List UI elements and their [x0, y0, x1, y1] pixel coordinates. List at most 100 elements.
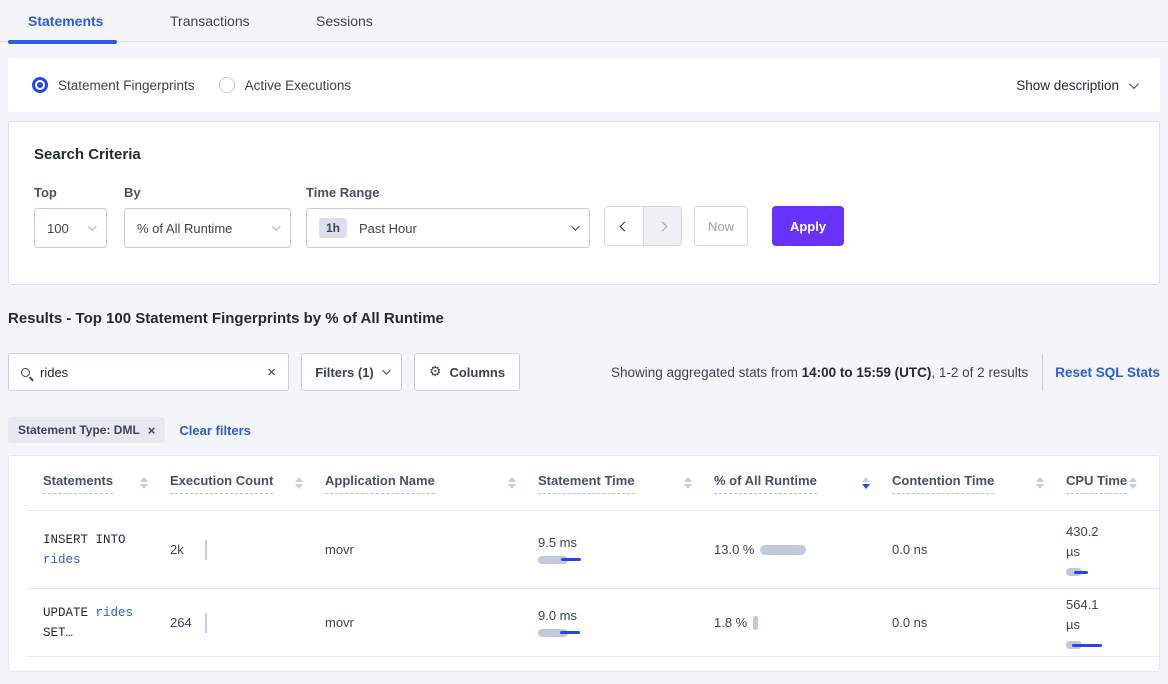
application-name-cell: movr — [325, 615, 538, 630]
statement-fingerprint-cell: INSERT INTO rides — [43, 530, 170, 570]
time-range-label: Time Range — [306, 185, 590, 200]
column-header-statement-time[interactable]: Statement Time — [538, 473, 714, 494]
column-header-contention-time[interactable]: Contention Time — [892, 473, 1066, 494]
statement-text: SET… — [43, 626, 73, 640]
view-toggle-bar: Statement Fingerprints Active Executions… — [8, 58, 1160, 112]
pct-of-all-runtime-cell: 1.8 % — [714, 615, 892, 630]
clear-search-icon[interactable]: × — [267, 364, 276, 381]
tab-sessions[interactable]: Sessions — [316, 0, 426, 42]
filters-button[interactable]: Filters (1) — [301, 353, 402, 391]
sort-desc-icon — [862, 484, 870, 489]
filters-button-label: Filters (1) — [315, 365, 374, 380]
column-header-label[interactable]: % of All Runtime — [714, 473, 817, 494]
bar-stddev — [561, 558, 581, 561]
pct-bar — [760, 545, 806, 555]
by-field: By % of All Runtime — [124, 185, 306, 248]
chevron-down-icon — [382, 366, 390, 374]
tab-statements[interactable]: Statements — [28, 0, 138, 42]
column-header-label[interactable]: Statement Time — [538, 473, 635, 494]
pct-value: 13.0 % — [714, 540, 758, 559]
cpu-time-bar — [1066, 640, 1159, 650]
results-heading: Results - Top 100 Statement Fingerprints… — [8, 310, 1160, 327]
next-time-window-button[interactable] — [643, 207, 681, 245]
radio-unselected-icon[interactable] — [219, 77, 235, 93]
radio-label: Statement Fingerprints — [58, 78, 195, 93]
pct-bar — [753, 616, 758, 630]
sort-icon[interactable] — [1129, 477, 1137, 489]
statement-link[interactable]: rides — [96, 606, 134, 620]
radio-selected-icon[interactable] — [32, 77, 48, 93]
column-header-execution-count[interactable]: Execution Count — [170, 473, 325, 494]
table-row[interactable]: UPDATE rides SET… 264 movr 9.0 ms 1.8 % … — [27, 588, 1159, 656]
time-window-arrows — [604, 206, 682, 246]
time-range-badge: 1h — [319, 218, 347, 238]
sort-icon[interactable] — [1036, 477, 1044, 489]
filter-chip-statement-type[interactable]: Statement Type: DML × — [8, 417, 165, 443]
chevron-left-icon — [619, 221, 629, 231]
remove-filter-icon[interactable]: × — [148, 423, 156, 438]
columns-button-label: Columns — [449, 365, 505, 380]
by-select[interactable]: % of All Runtime — [124, 208, 291, 248]
statement-time-cell: 9.0 ms — [538, 608, 714, 638]
column-header-label[interactable]: Statements — [43, 473, 113, 494]
contention-time-cell: 0.0 ns — [892, 615, 1066, 630]
tab-transactions[interactable]: Transactions — [170, 0, 280, 42]
column-header-label[interactable]: Execution Count — [170, 473, 273, 494]
radio-statement-fingerprints[interactable]: Statement Fingerprints — [32, 77, 195, 93]
sort-asc-icon — [508, 477, 516, 482]
column-header-cpu-time[interactable]: CPU Time — [1066, 473, 1159, 494]
statement-time-bar — [538, 628, 714, 638]
chevron-down-icon — [571, 222, 579, 230]
statement-link[interactable]: rides — [43, 553, 81, 567]
table-footer-spacer — [27, 656, 1159, 672]
sort-desc-icon — [295, 484, 303, 489]
application-name-cell: movr — [325, 542, 538, 557]
chevron-down-icon — [88, 222, 96, 230]
sort-icon-active-desc[interactable] — [862, 477, 870, 489]
column-header-statements[interactable]: Statements — [43, 473, 170, 494]
time-range-field: Time Range 1h Past Hour — [306, 185, 590, 248]
sort-icon[interactable] — [295, 477, 303, 489]
now-button[interactable]: Now — [694, 206, 748, 246]
sort-icon[interactable] — [140, 477, 148, 489]
search-icon — [21, 368, 30, 377]
contention-time-cell: 0.0 ns — [892, 542, 1066, 557]
sort-icon[interactable] — [684, 477, 692, 489]
chevron-down-icon — [272, 222, 280, 230]
execution-count-cell: 2k — [170, 542, 325, 557]
statement-time-value: 9.0 ms — [538, 608, 714, 623]
cpu-time-value: 430.2 µs — [1066, 522, 1114, 562]
stats-suffix: , 1-2 of 2 results — [931, 365, 1028, 380]
reset-sql-stats-link[interactable]: Reset SQL Stats — [1055, 365, 1160, 380]
sort-icon[interactable] — [508, 477, 516, 489]
table-row[interactable]: INSERT INTO rides 2k movr 9.5 ms 13.0 % … — [27, 510, 1159, 588]
sort-asc-icon — [140, 477, 148, 482]
gear-icon: ⚙ — [429, 364, 442, 380]
execution-count-cell: 264 — [170, 615, 325, 630]
search-input[interactable]: rides × — [8, 353, 289, 391]
bar-stddev — [1072, 644, 1102, 647]
active-filters-row: Statement Type: DML × Clear filters — [8, 417, 1160, 443]
search-criteria-controls: Top 100 By % of All Runtime Time Range 1… — [34, 185, 1134, 248]
radio-active-executions[interactable]: Active Executions — [219, 77, 352, 93]
sort-desc-icon — [1036, 484, 1044, 489]
stats-interval: 14:00 to 15:59 (UTC) — [802, 365, 932, 380]
top-tab-bar: Statements Transactions Sessions — [0, 0, 1168, 42]
apply-button[interactable]: Apply — [772, 206, 844, 246]
columns-button[interactable]: ⚙ Columns — [414, 353, 520, 391]
column-header-application-name[interactable]: Application Name — [325, 473, 538, 494]
statements-table: Statements Execution Count Application N… — [8, 455, 1160, 672]
statement-fingerprint-cell: UPDATE rides SET… — [43, 603, 170, 643]
previous-time-window-button[interactable] — [605, 207, 643, 245]
column-header-label[interactable]: Contention Time — [892, 473, 994, 494]
column-header-label[interactable]: CPU Time — [1066, 473, 1127, 494]
top-select[interactable]: 100 — [34, 208, 107, 248]
cpu-time-bar — [1066, 567, 1159, 577]
sort-desc-icon — [684, 484, 692, 489]
column-header-label[interactable]: Application Name — [325, 473, 435, 494]
clear-filters-link[interactable]: Clear filters — [179, 423, 251, 438]
column-header-pct-of-all-runtime[interactable]: % of All Runtime — [714, 473, 892, 494]
table-inner: Statements Execution Count Application N… — [27, 456, 1159, 672]
show-description-toggle[interactable]: Show description — [1016, 78, 1136, 93]
time-range-select[interactable]: 1h Past Hour — [306, 208, 590, 248]
